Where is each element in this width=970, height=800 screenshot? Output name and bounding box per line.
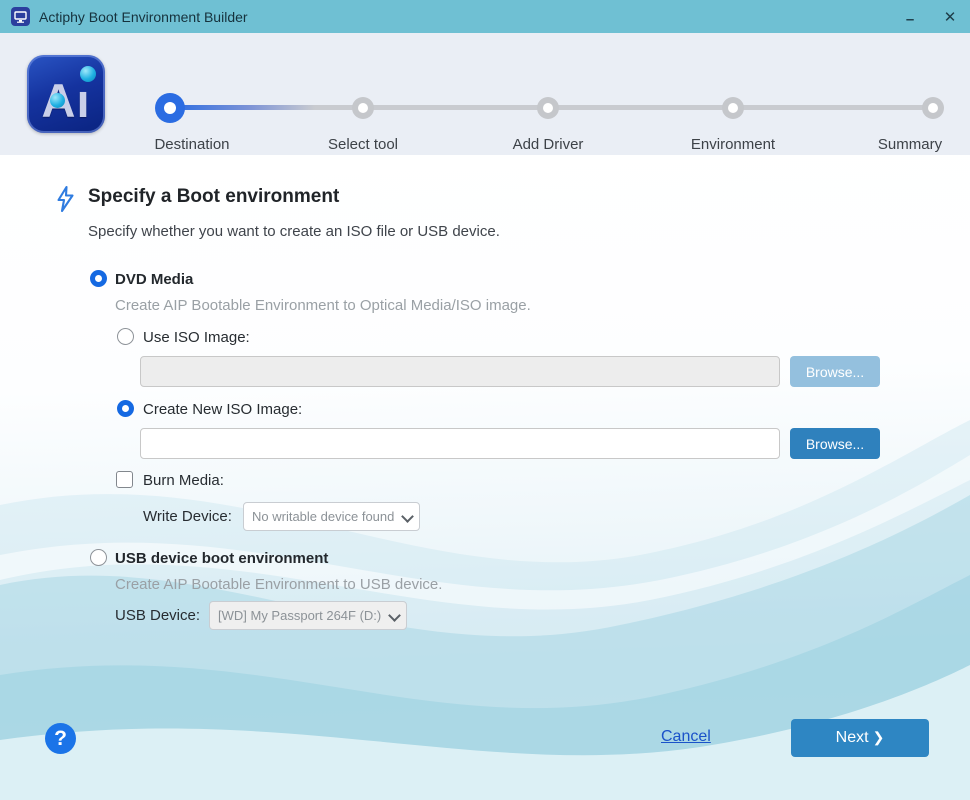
step-dot-select-tool	[352, 97, 374, 119]
stepper-progress	[170, 105, 315, 110]
wizard-header: Aı Destination Select tool Add Driver En…	[0, 33, 970, 155]
use-iso-radio[interactable]	[117, 328, 134, 345]
cancel-link[interactable]: Cancel	[661, 728, 711, 746]
burn-media-checkbox[interactable]	[116, 471, 133, 488]
chevron-right-icon: ❯	[873, 729, 885, 745]
dvd-media-description: Create AIP Bootable Environment to Optic…	[115, 297, 531, 314]
monitor-icon	[14, 11, 27, 23]
logo-text: Aı	[42, 77, 91, 133]
burn-media-label[interactable]: Burn Media:	[143, 472, 224, 489]
create-iso-path-input[interactable]	[140, 428, 780, 459]
step-dot-destination	[155, 93, 185, 123]
next-button[interactable]: Next❯	[791, 719, 929, 757]
write-device-select[interactable]: No writable device found	[243, 502, 420, 531]
page-title: Specify a Boot environment	[88, 186, 339, 208]
step-dot-environment	[722, 97, 744, 119]
step-dot-summary	[922, 97, 944, 119]
use-iso-path-input	[140, 356, 780, 387]
usb-boot-description: Create AIP Bootable Environment to USB d…	[115, 576, 442, 593]
create-iso-label[interactable]: Create New ISO Image:	[143, 401, 302, 418]
dvd-media-radio[interactable]	[90, 270, 107, 287]
next-button-label: Next	[836, 729, 869, 746]
use-iso-label[interactable]: Use ISO Image:	[143, 329, 250, 346]
chevron-down-icon	[389, 611, 398, 620]
logo-dot-i	[80, 66, 96, 82]
app-icon	[11, 7, 30, 26]
usb-boot-label[interactable]: USB device boot environment	[115, 550, 328, 567]
step-label-select-tool: Select tool	[298, 136, 428, 153]
page-subtitle: Specify whether you want to create an IS…	[88, 223, 500, 240]
step-label-add-driver: Add Driver	[483, 136, 613, 153]
close-button[interactable]: ✕	[930, 0, 970, 33]
minimize-button[interactable]: –	[890, 0, 930, 33]
step-dot-add-driver	[537, 97, 559, 119]
write-device-value: No writable device found	[252, 509, 394, 524]
app-window: Actiphy Boot Environment Builder – ✕ Aı …	[0, 0, 970, 800]
titlebar: Actiphy Boot Environment Builder – ✕	[0, 0, 970, 33]
usb-device-label: USB Device:	[115, 607, 200, 624]
write-device-label: Write Device:	[143, 508, 232, 525]
window-title: Actiphy Boot Environment Builder	[39, 9, 248, 25]
logo-dot-a	[50, 93, 65, 108]
create-iso-radio[interactable]	[117, 400, 134, 417]
help-button[interactable]: ?	[45, 723, 76, 754]
usb-device-select[interactable]: [WD] My Passport 264F (D:)	[209, 601, 407, 630]
step-label-summary: Summary	[845, 136, 970, 153]
app-logo: Aı	[27, 55, 105, 133]
chevron-down-icon	[402, 512, 411, 521]
usb-device-value: [WD] My Passport 264F (D:)	[218, 608, 381, 623]
create-iso-browse-button[interactable]: Browse...	[790, 428, 880, 459]
lightning-icon	[54, 185, 76, 213]
step-label-environment: Environment	[668, 136, 798, 153]
step-label-destination: Destination	[127, 136, 257, 153]
dvd-media-label[interactable]: DVD Media	[115, 271, 193, 288]
usb-boot-radio[interactable]	[90, 549, 107, 566]
use-iso-browse-button: Browse...	[790, 356, 880, 387]
